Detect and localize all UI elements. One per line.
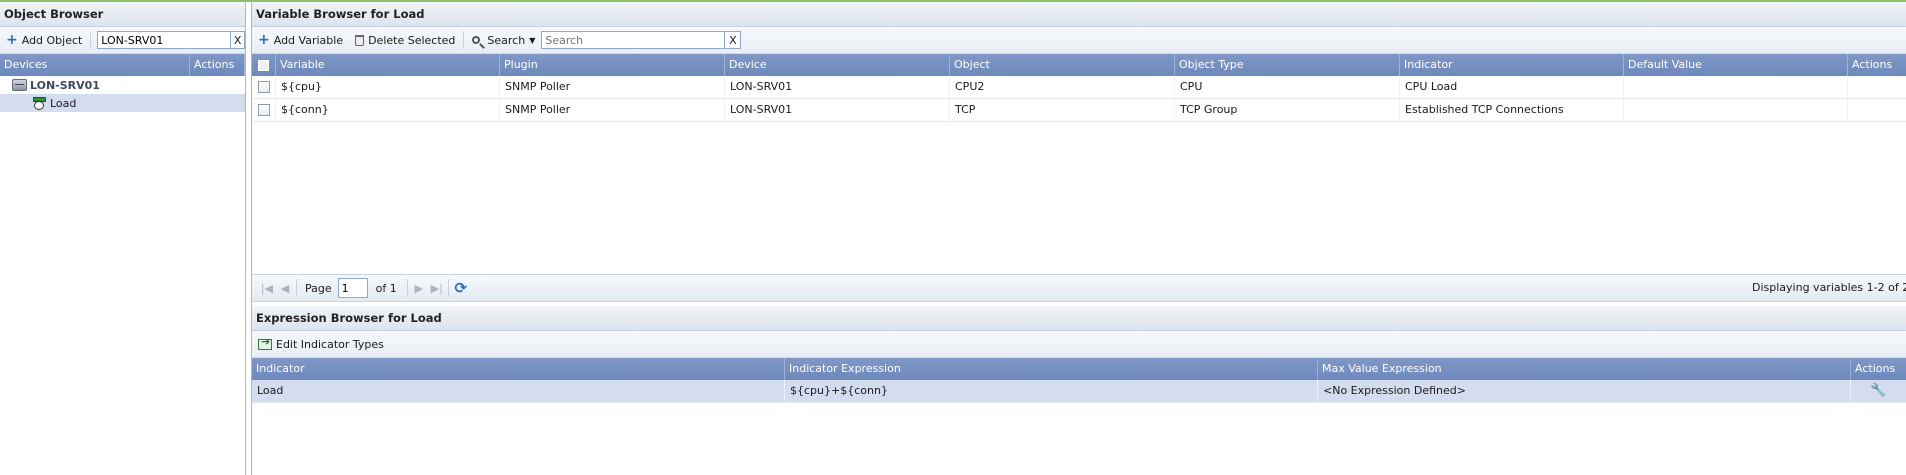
pager-separator — [296, 279, 297, 297]
delete-selected-button[interactable]: Delete Selected — [349, 29, 461, 51]
add-object-label: Add Object — [21, 33, 83, 47]
column-header-indicator[interactable]: Indicator — [252, 358, 785, 380]
edit-icon — [258, 335, 272, 350]
add-variable-label: Add Variable — [273, 33, 344, 47]
variable-browser-toolbar: + Add Variable Delete Selected Search ▼ … — [252, 27, 1906, 54]
variable-search-clear-button[interactable]: X — [725, 31, 742, 49]
select-all-cell[interactable] — [252, 54, 276, 76]
chevron-down-icon: ▼ — [529, 35, 536, 45]
page-number-input[interactable] — [337, 278, 368, 298]
cell-indicator-expression: ${cpu}+${conn} — [785, 380, 1318, 402]
last-page-icon[interactable]: ▶| — [428, 282, 446, 295]
column-header-object[interactable]: Object — [950, 54, 1175, 76]
plus-icon: + — [6, 32, 18, 48]
tree-node-load-label: Load — [50, 96, 77, 110]
column-header-device[interactable]: Device — [725, 54, 950, 76]
toolbar-separator — [463, 31, 465, 49]
expression-browser-title: Expression Browser for Load — [252, 306, 1906, 331]
cell-device: LON-SRV01 — [725, 99, 950, 121]
object-browser-grid-header: Devices Actions — [0, 54, 245, 76]
object-search-input[interactable] — [97, 31, 232, 49]
tree-node-load[interactable]: Load — [0, 94, 245, 112]
next-page-icon[interactable]: ▶ — [410, 282, 428, 295]
cell-indicator: Established TCP Connections — [1400, 99, 1624, 121]
edit-indicator-types-button[interactable]: Edit Indicator Types — [252, 333, 390, 355]
edit-indicator-types-label: Edit Indicator Types — [276, 337, 384, 351]
cell-device: LON-SRV01 — [725, 76, 950, 98]
search-icon — [472, 36, 481, 44]
row-checkbox[interactable] — [257, 104, 270, 116]
variable-pager: |◀ ◀ Page of 1 ▶ ▶| ⟳ Displaying variabl… — [252, 274, 1906, 302]
cell-actions — [1848, 99, 1906, 121]
expression-browser-panel: Expression Browser for Load Edit Indicat… — [252, 306, 1906, 475]
page-count-label: of 1 — [375, 281, 397, 295]
cell-indicator: CPU Load — [1400, 76, 1624, 98]
column-header-default-value[interactable]: Default Value — [1624, 54, 1848, 76]
variable-browser-panel: Variable Browser for Load + Add Variable… — [252, 2, 1906, 302]
cell-actions — [1848, 76, 1906, 98]
cell-variable: ${cpu} — [276, 76, 500, 98]
cell-plugin: SNMP Poller — [500, 99, 725, 121]
cell-object: TCP — [950, 99, 1175, 121]
cell-actions: 🔧 — [1851, 380, 1906, 402]
add-variable-button[interactable]: + Add Variable — [252, 29, 349, 51]
row-select-cell[interactable] — [252, 99, 276, 121]
search-menu-label: Search — [487, 33, 526, 47]
column-header-variable[interactable]: Variable — [276, 54, 500, 76]
first-page-icon[interactable]: |◀ — [258, 282, 276, 295]
refresh-icon[interactable]: ⟳ — [451, 279, 471, 297]
variable-grid-header: Variable Plugin Device Object Object Typ… — [252, 54, 1906, 76]
cell-indicator: Load — [252, 380, 785, 402]
column-header-object-type[interactable]: Object Type — [1175, 54, 1400, 76]
prev-page-icon[interactable]: ◀ — [276, 282, 294, 295]
cell-object: CPU2 — [950, 76, 1175, 98]
table-row[interactable]: ${conn} SNMP Poller LON-SRV01 TCP TCP Gr… — [252, 99, 1906, 122]
row-checkbox[interactable] — [257, 81, 270, 93]
cell-plugin: SNMP Poller — [500, 76, 725, 98]
object-browser-toolbar: + Add Object X — [0, 27, 245, 54]
add-object-button[interactable]: + Add Object — [0, 29, 88, 51]
select-all-checkbox[interactable] — [258, 59, 269, 71]
table-row[interactable]: ${cpu} SNMP Poller LON-SRV01 CPU2 CPU CP… — [252, 76, 1906, 99]
column-header-devices[interactable]: Devices — [0, 54, 190, 76]
variable-browser-title: Variable Browser for Load — [252, 2, 1906, 27]
column-header-max-value-expression[interactable]: Max Value Expression — [1318, 358, 1851, 380]
search-menu-button[interactable]: Search ▼ — [466, 29, 541, 51]
expression-browser-toolbar: Edit Indicator Types — [252, 331, 1906, 358]
object-browser-title: Object Browser — [0, 2, 245, 27]
column-header-indicator[interactable]: Indicator — [1400, 54, 1624, 76]
cell-max-value-expression: <No Expression Defined> — [1318, 380, 1851, 402]
object-search-clear-button[interactable]: X — [231, 31, 245, 49]
column-header-actions[interactable]: Actions — [1848, 54, 1906, 76]
wrench-icon[interactable]: 🔧 — [1870, 383, 1886, 398]
load-indicator-icon — [33, 96, 46, 110]
plus-icon: + — [258, 32, 270, 48]
cell-object-type: CPU — [1175, 76, 1400, 98]
page-label: Page — [305, 281, 332, 295]
right-panel: Variable Browser for Load + Add Variable… — [251, 2, 1906, 475]
pager-separator — [447, 279, 449, 297]
delete-selected-label: Delete Selected — [368, 33, 456, 47]
cell-object-type: TCP Group — [1175, 99, 1400, 121]
toolbar-separator — [90, 31, 92, 49]
tree-node-device-label: LON-SRV01 — [30, 78, 100, 92]
cell-variable: ${conn} — [276, 99, 500, 121]
pager-separator — [406, 279, 408, 297]
pager-display-text: Displaying variables 1-2 of 2 — [1752, 281, 1906, 294]
trash-icon — [355, 34, 365, 46]
tree-node-device[interactable]: LON-SRV01 — [0, 76, 245, 94]
column-header-actions[interactable]: Actions — [1851, 358, 1906, 380]
object-browser-panel: Object Browser + Add Object X Devices Ac… — [0, 2, 246, 475]
column-header-actions[interactable]: Actions — [190, 54, 245, 76]
row-select-cell[interactable] — [252, 76, 276, 98]
column-header-plugin[interactable]: Plugin — [500, 54, 725, 76]
cell-default-value — [1624, 99, 1848, 121]
cell-default-value — [1624, 76, 1848, 98]
expression-grid-header: Indicator Indicator Expression Max Value… — [252, 358, 1906, 380]
table-row[interactable]: Load ${cpu}+${conn} <No Expression Defin… — [252, 380, 1906, 403]
server-icon — [12, 79, 27, 91]
variable-search-input[interactable] — [541, 31, 726, 49]
column-header-indicator-expression[interactable]: Indicator Expression — [785, 358, 1318, 380]
